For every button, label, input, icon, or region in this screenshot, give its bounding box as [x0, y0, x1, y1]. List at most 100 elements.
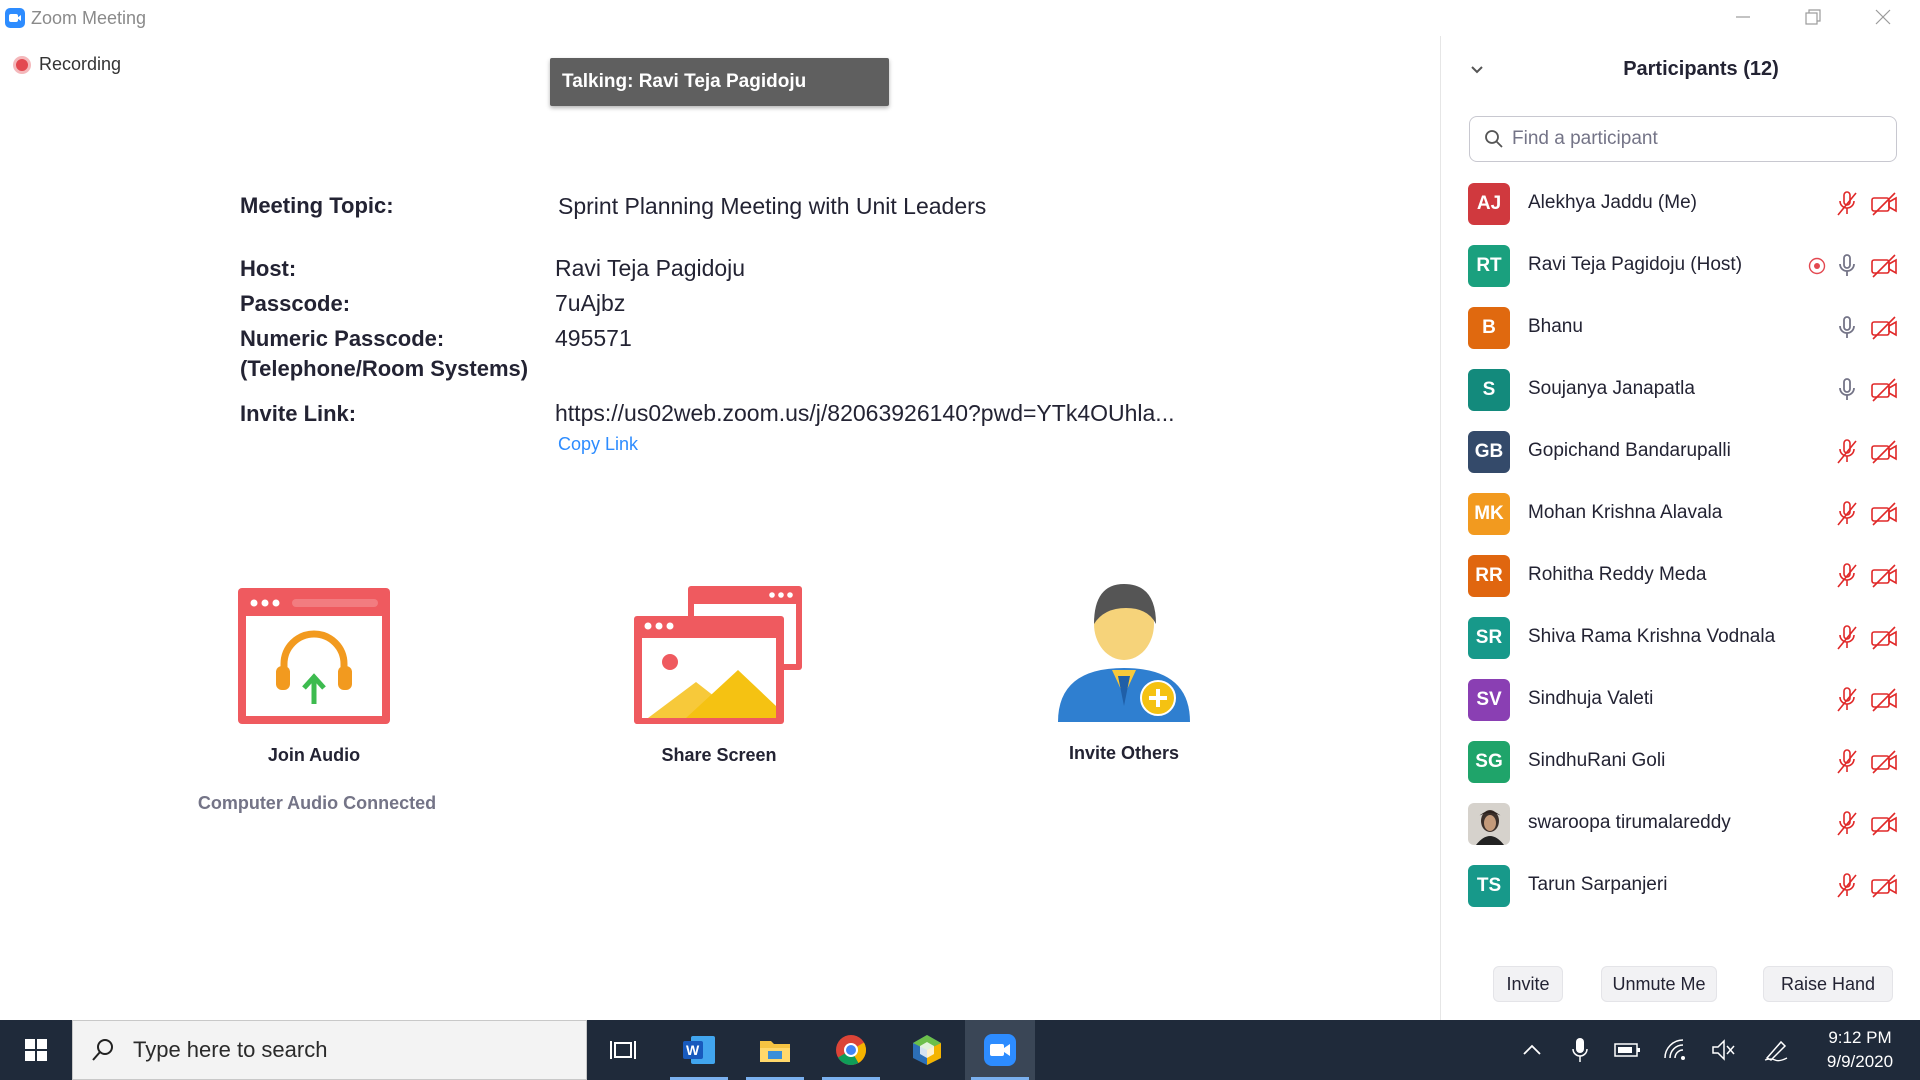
- taskbar-word[interactable]: W: [664, 1020, 734, 1080]
- word-icon: W: [683, 1036, 715, 1064]
- participant-search-input[interactable]: [1512, 128, 1872, 150]
- pen-workspace-button[interactable]: [1762, 1036, 1790, 1064]
- task-view-button[interactable]: [588, 1020, 658, 1080]
- participant-name: swaroopa tirumalareddy: [1528, 812, 1731, 833]
- video-off-icon[interactable]: [1870, 376, 1898, 404]
- mic-muted-icon[interactable]: [1833, 190, 1861, 218]
- microphone-tray-button[interactable]: [1566, 1036, 1594, 1064]
- passcode-label: Passcode:: [240, 291, 351, 316]
- participant-row[interactable]: MK Mohan Krishna Alavala: [1441, 486, 1920, 548]
- mic-icon[interactable]: [1833, 376, 1861, 404]
- video-off-icon[interactable]: [1870, 686, 1898, 714]
- participant-name: Tarun Sarpanjeri: [1528, 874, 1668, 895]
- taskbar-clock[interactable]: 9:12 PM 9/9/2020: [1810, 1026, 1910, 1074]
- mic-muted-icon[interactable]: [1833, 562, 1861, 590]
- title-bar: Zoom Meeting: [0, 0, 1920, 36]
- svg-text:W: W: [686, 1042, 700, 1058]
- invite-link-label: Invite Link:: [240, 401, 357, 426]
- unmute-me-button[interactable]: Unmute Me: [1601, 966, 1717, 1002]
- mic-icon[interactable]: [1833, 252, 1861, 280]
- participant-name: Soujanya Janapatla: [1528, 378, 1695, 399]
- invite-others-button[interactable]: Invite Others: [1044, 580, 1204, 764]
- mic-muted-icon[interactable]: [1833, 438, 1861, 466]
- minimize-icon: [1736, 16, 1750, 18]
- participants-footer: Invite Unmute Me Raise Hand: [1441, 962, 1920, 1020]
- battery-icon: [1614, 1043, 1640, 1057]
- minimize-button[interactable]: [1720, 2, 1766, 32]
- recording-indicator[interactable]: Recording: [13, 54, 121, 75]
- volume-tray-button[interactable]: [1710, 1036, 1738, 1064]
- host-label: Host:: [240, 256, 297, 281]
- taskbar-zoom[interactable]: [965, 1020, 1035, 1080]
- restore-button[interactable]: [1790, 2, 1836, 32]
- host-name: Ravi Teja Pagidoju: [555, 255, 746, 281]
- video-off-icon[interactable]: [1870, 562, 1898, 590]
- mic-muted-icon[interactable]: [1833, 810, 1861, 838]
- participant-row[interactable]: SV Sindhuja Valeti: [1441, 672, 1920, 734]
- mic-muted-icon[interactable]: [1833, 748, 1861, 776]
- close-button[interactable]: [1860, 2, 1906, 32]
- invite-others-icon: [1058, 584, 1190, 722]
- search-icon: [92, 1039, 113, 1061]
- participant-avatar: MK: [1468, 493, 1510, 535]
- battery-tray-button[interactable]: [1614, 1036, 1642, 1064]
- video-off-icon[interactable]: [1870, 624, 1898, 652]
- participant-avatar: AJ: [1468, 183, 1510, 225]
- participant-search[interactable]: [1469, 116, 1897, 162]
- talking-banner: Talking: Ravi Teja Pagidoju: [550, 58, 889, 106]
- pen-icon: [1764, 1040, 1788, 1062]
- numeric-passcode-sublabel: (Telephone/Room Systems): [240, 356, 529, 381]
- mic-muted-icon[interactable]: [1833, 624, 1861, 652]
- folder-icon: [760, 1041, 790, 1062]
- copy-link[interactable]: Copy Link: [558, 434, 638, 455]
- video-off-icon[interactable]: [1870, 252, 1898, 280]
- show-hidden-icons-button[interactable]: [1518, 1036, 1546, 1064]
- participant-name: Gopichand Bandarupalli: [1528, 440, 1731, 461]
- recording-icon: [13, 55, 31, 74]
- participant-row[interactable]: GB Gopichand Bandarupalli: [1441, 424, 1920, 486]
- video-off-icon[interactable]: [1870, 872, 1898, 900]
- chevron-up-icon: [1523, 1044, 1541, 1055]
- video-off-icon[interactable]: [1870, 748, 1898, 776]
- video-off-icon[interactable]: [1870, 810, 1898, 838]
- recording-status-icon: [1803, 252, 1831, 280]
- start-button[interactable]: [0, 1020, 72, 1080]
- participant-row[interactable]: TS Tarun Sarpanjeri: [1441, 858, 1920, 920]
- mic-muted-icon[interactable]: [1833, 872, 1861, 900]
- video-off-icon[interactable]: [1870, 314, 1898, 342]
- raise-hand-button[interactable]: Raise Hand: [1763, 966, 1893, 1002]
- participant-name: Bhanu: [1528, 316, 1583, 337]
- taskbar-chrome[interactable]: [816, 1020, 886, 1080]
- taskbar-search-box[interactable]: Type here to search: [72, 1020, 587, 1080]
- participant-row[interactable]: B Bhanu: [1441, 300, 1920, 362]
- meeting-topic: Sprint Planning Meeting with Unit Leader…: [558, 193, 987, 219]
- share-screen-label: Share Screen: [661, 745, 777, 765]
- join-audio-button[interactable]: Join Audio: [236, 586, 392, 766]
- microphone-icon: [1572, 1038, 1588, 1062]
- network-tray-button[interactable]: [1662, 1036, 1690, 1064]
- participant-row[interactable]: SR Shiva Rama Krishna Vodnala: [1441, 610, 1920, 672]
- clock-date: 9/9/2020: [1826, 1052, 1894, 1071]
- restore-icon: [1805, 9, 1821, 25]
- taskbar-virtualbox[interactable]: [892, 1020, 962, 1080]
- participant-row[interactable]: RT Ravi Teja Pagidoju (Host): [1441, 238, 1920, 300]
- mic-muted-icon[interactable]: [1833, 500, 1861, 528]
- mic-icon[interactable]: [1833, 314, 1861, 342]
- participant-row[interactable]: AJ Alekhya Jaddu (Me): [1441, 176, 1920, 238]
- participant-row[interactable]: RR Rohitha Reddy Meda: [1441, 548, 1920, 610]
- video-off-icon[interactable]: [1870, 190, 1898, 218]
- invite-button[interactable]: Invite: [1493, 966, 1563, 1002]
- video-off-icon[interactable]: [1870, 500, 1898, 528]
- participant-row[interactable]: S Soujanya Janapatla: [1441, 362, 1920, 424]
- share-screen-button[interactable]: Share Screen: [634, 586, 804, 766]
- participant-row[interactable]: SG SindhuRani Goli: [1441, 734, 1920, 796]
- taskbar-search-placeholder: Type here to search: [133, 1037, 328, 1062]
- participant-row[interactable]: swaroopa tirumalareddy: [1441, 796, 1920, 858]
- video-off-icon[interactable]: [1870, 438, 1898, 466]
- participant-name: Ravi Teja Pagidoju (Host): [1528, 254, 1743, 275]
- taskbar-file-explorer[interactable]: [740, 1020, 810, 1080]
- mic-muted-icon[interactable]: [1833, 686, 1861, 714]
- join-audio-label: Join Audio: [267, 745, 361, 765]
- meeting-topic-label: Meeting Topic:: [240, 193, 394, 218]
- windows-taskbar: Type here to search W 9:12 PM 9/9/2020: [0, 1020, 1920, 1080]
